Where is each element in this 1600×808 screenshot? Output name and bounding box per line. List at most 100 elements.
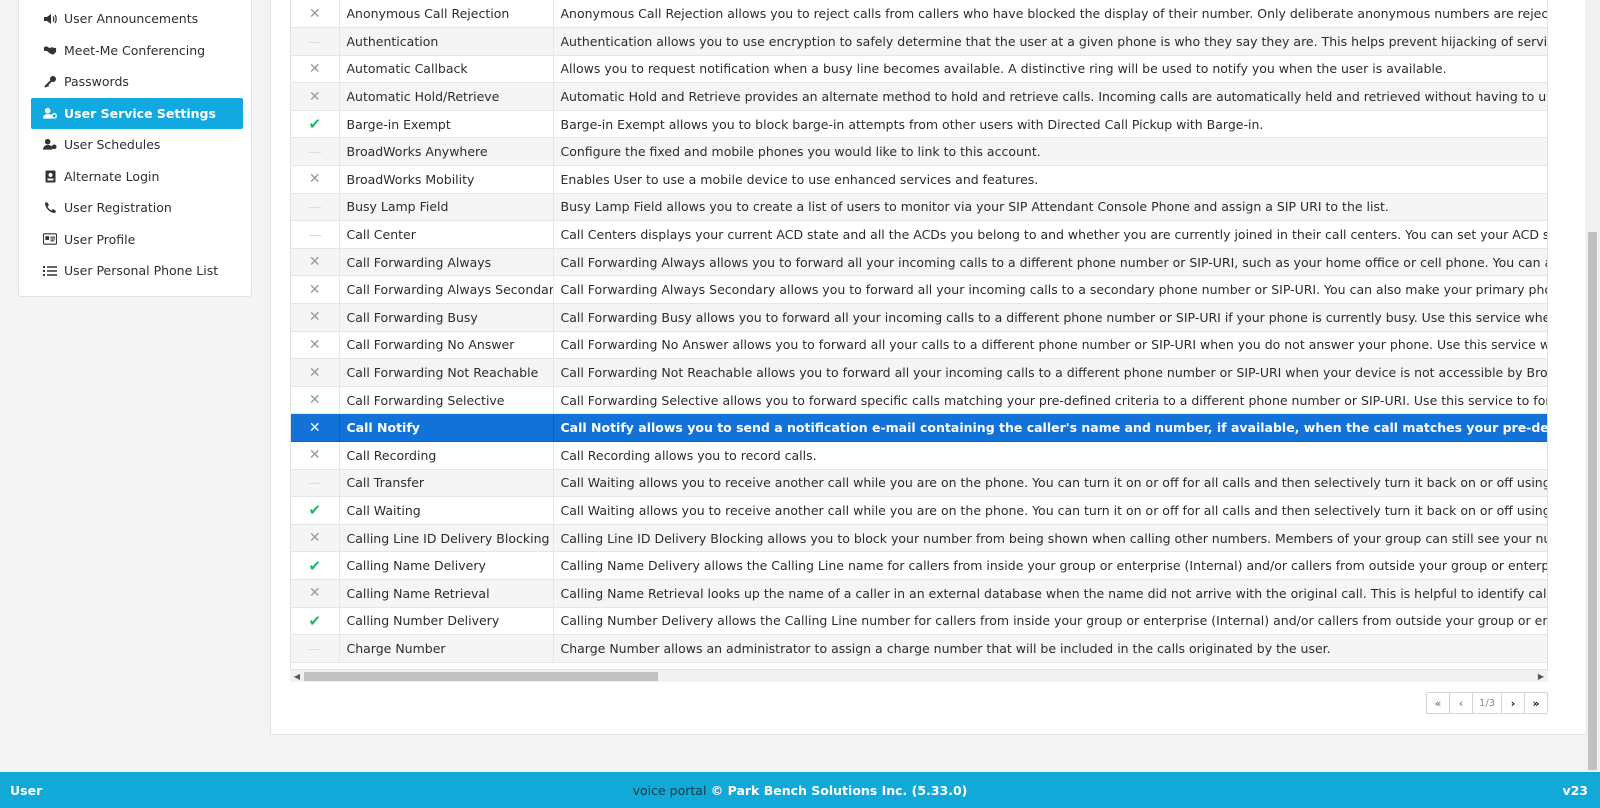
services-table: ✕ Anonymous Call Rejection Anonymous Call … — [291, 0, 1547, 663]
footer-voice-portal: voice portal — [632, 783, 707, 798]
x-icon: ✕ — [308, 364, 321, 381]
horizontal-scroll-thumb[interactable] — [304, 672, 658, 681]
first-page-button[interactable]: « — [1426, 692, 1450, 714]
scroll-left-icon[interactable]: ◀ — [291, 672, 303, 681]
status-cell: ✕ — [291, 275, 340, 305]
table-row[interactable]: ✕ Call Notify Call Notify allows you to se… — [291, 413, 1547, 442]
service-name-cell: Anonymous Call Rejection — [339, 0, 554, 29]
sidebar-item[interactable]: User Profile — [31, 224, 243, 256]
service-description-cell: Enables User to use a mobile device to u… — [553, 165, 1547, 194]
horizontal-scrollbar[interactable]: ◀ ▶ — [290, 669, 1548, 682]
speaker-icon — [43, 12, 57, 26]
service-description-cell: Anonymous Call Rejection allows you to r… — [553, 0, 1547, 29]
status-cell — [291, 469, 340, 498]
table-row[interactable]: ✕ Call Recording Call Recording allows you… — [291, 441, 1547, 470]
service-description-cell: Call Forwarding Not Reachable allows you… — [553, 358, 1547, 387]
status-cell — [291, 193, 340, 222]
service-name-cell: Call Transfer — [339, 469, 554, 498]
sidebar-item[interactable]: User Registration — [31, 192, 243, 224]
x-icon: ✕ — [308, 281, 321, 298]
sidebar-item-label: User Personal Phone List — [64, 263, 219, 279]
service-description-cell: Call Recording allows you to record call… — [553, 441, 1547, 470]
status-cell: ✔ — [291, 496, 340, 525]
sidebar-item-label: User Schedules — [64, 137, 161, 153]
x-icon: ✕ — [308, 585, 321, 602]
status-cell: ✕ — [291, 55, 340, 84]
sidebar: User Announcements Meet-Me Conferencing Pa… — [18, 0, 252, 297]
sidebar-item[interactable]: User Schedules — [31, 129, 243, 161]
sidebar-item-label: Meet-Me Conferencing — [64, 42, 206, 58]
status-cell: ✕ — [291, 579, 340, 608]
service-name-cell: Automatic Hold/Retrieve — [339, 82, 554, 111]
status-cell — [291, 220, 340, 249]
table-row[interactable]: ✔ Barge-in Exempt Barge-in Exempt allows y… — [291, 110, 1547, 139]
table-row[interactable]: ✔ Call Waiting Call Waiting allows you to … — [291, 496, 1547, 525]
table-row[interactable]: ✕ Anonymous Call Rejection Anonymous Call … — [291, 0, 1547, 29]
status-cell: ✕ — [291, 358, 340, 387]
service-description-cell: Call Forwarding Selective allows you to … — [553, 386, 1547, 415]
prev-page-button[interactable]: ‹ — [1449, 692, 1473, 714]
service-name-cell: BroadWorks Anywhere — [339, 137, 554, 167]
scroll-right-icon[interactable]: ▶ — [1535, 672, 1547, 681]
x-icon: ✕ — [308, 5, 321, 22]
service-description-cell: Barge-in Exempt allows you to block barg… — [553, 110, 1547, 139]
table-row[interactable]: ✔ Calling Name Delivery Calling Name Deliv… — [291, 551, 1547, 580]
table-row[interactable]: ✕ Automatic Callback Allows you to request… — [291, 55, 1547, 84]
service-name-cell: Call Notify — [339, 413, 554, 442]
table-row[interactable]: ✕ Call Forwarding Always Secondary Call Fo… — [291, 275, 1547, 305]
table-row[interactable]: ✔ Calling Number Delivery Calling Number D… — [291, 607, 1547, 636]
sidebar-item[interactable]: User Announcements — [31, 3, 243, 35]
sidebar-item[interactable]: Meet-Me Conferencing — [31, 35, 243, 67]
sidebar-item-label: User Registration — [64, 200, 172, 216]
service-description-cell: Busy Lamp Field allows you to create a l… — [553, 193, 1547, 222]
dash-icon — [308, 152, 321, 154]
x-icon: ✕ — [308, 88, 321, 105]
x-icon: ✕ — [308, 309, 321, 326]
status-cell — [291, 137, 340, 167]
table-row[interactable]: ✕ Automatic Hold/Retrieve Automatic Hold a… — [291, 82, 1547, 111]
x-icon: ✕ — [308, 392, 321, 409]
service-description-cell: Calling Name Delivery allows the Calling… — [553, 551, 1547, 580]
sidebar-item[interactable]: Alternate Login — [31, 161, 243, 193]
user-gear-icon — [43, 106, 57, 120]
service-name-cell: Call Center — [339, 220, 554, 249]
vertical-scrollbar[interactable] — [1585, 0, 1600, 772]
service-name-cell: Call Forwarding Selective — [339, 386, 554, 415]
list-icon — [43, 264, 57, 278]
dash-icon — [308, 483, 321, 485]
next-page-button[interactable]: › — [1501, 692, 1525, 714]
service-name-cell: Authentication — [339, 27, 554, 56]
table-row[interactable]: ✕ Calling Line ID Delivery Blocking Callin… — [291, 524, 1547, 553]
service-description-cell: Call Forwarding No Answer allows you to … — [553, 331, 1547, 360]
footer-version: v23 — [1562, 783, 1588, 798]
dash-icon — [308, 207, 321, 209]
table-row[interactable]: Busy Lamp Field Busy Lamp Field allows yo… — [291, 193, 1547, 222]
table-row[interactable]: ✕ Call Forwarding Busy Call Forwarding Bus… — [291, 303, 1547, 332]
status-cell: ✔ — [291, 551, 340, 580]
table-row[interactable]: Call Transfer Call Waiting allows you to … — [291, 469, 1547, 498]
table-row[interactable]: BroadWorks Anywhere Configure the fixed a… — [291, 137, 1547, 167]
id-card-icon — [43, 232, 57, 246]
service-description-cell: Call Waiting allows you to receive anoth… — [553, 469, 1547, 498]
pagination: « ‹ 1/3 › » — [1426, 692, 1548, 714]
x-icon: ✕ — [308, 530, 321, 547]
table-row[interactable]: ✕ Call Forwarding Not Reachable Call Forwa… — [291, 358, 1547, 387]
sidebar-item[interactable]: Passwords — [31, 66, 243, 98]
service-name-cell: Busy Lamp Field — [339, 193, 554, 222]
status-cell — [291, 634, 340, 663]
table-row[interactable]: Call Center Call Centers displays your cu… — [291, 220, 1547, 249]
table-row[interactable]: ✕ BroadWorks Mobility Enables User to use … — [291, 165, 1547, 194]
table-row[interactable]: ✕ Call Forwarding Selective Call Forwardin… — [291, 386, 1547, 415]
table-row[interactable]: Authentication Authentication allows you … — [291, 27, 1547, 56]
table-row[interactable]: ✕ Call Forwarding Always Call Forwarding A… — [291, 248, 1547, 277]
status-cell: ✔ — [291, 607, 340, 636]
sidebar-item[interactable]: User Personal Phone List — [31, 255, 243, 287]
vertical-scroll-thumb[interactable] — [1588, 232, 1597, 770]
service-name-cell: Automatic Callback — [339, 55, 554, 84]
table-row[interactable]: ✕ Calling Name Retrieval Calling Name Retr… — [291, 579, 1547, 608]
table-row[interactable]: ✕ Call Forwarding No Answer Call Forwardin… — [291, 331, 1547, 360]
service-name-cell: Calling Number Delivery — [339, 607, 554, 636]
sidebar-item[interactable]: User Service Settings — [31, 97, 243, 129]
table-row[interactable]: Charge Number Charge Number allows an adm… — [291, 634, 1547, 663]
last-page-button[interactable]: » — [1524, 692, 1548, 714]
